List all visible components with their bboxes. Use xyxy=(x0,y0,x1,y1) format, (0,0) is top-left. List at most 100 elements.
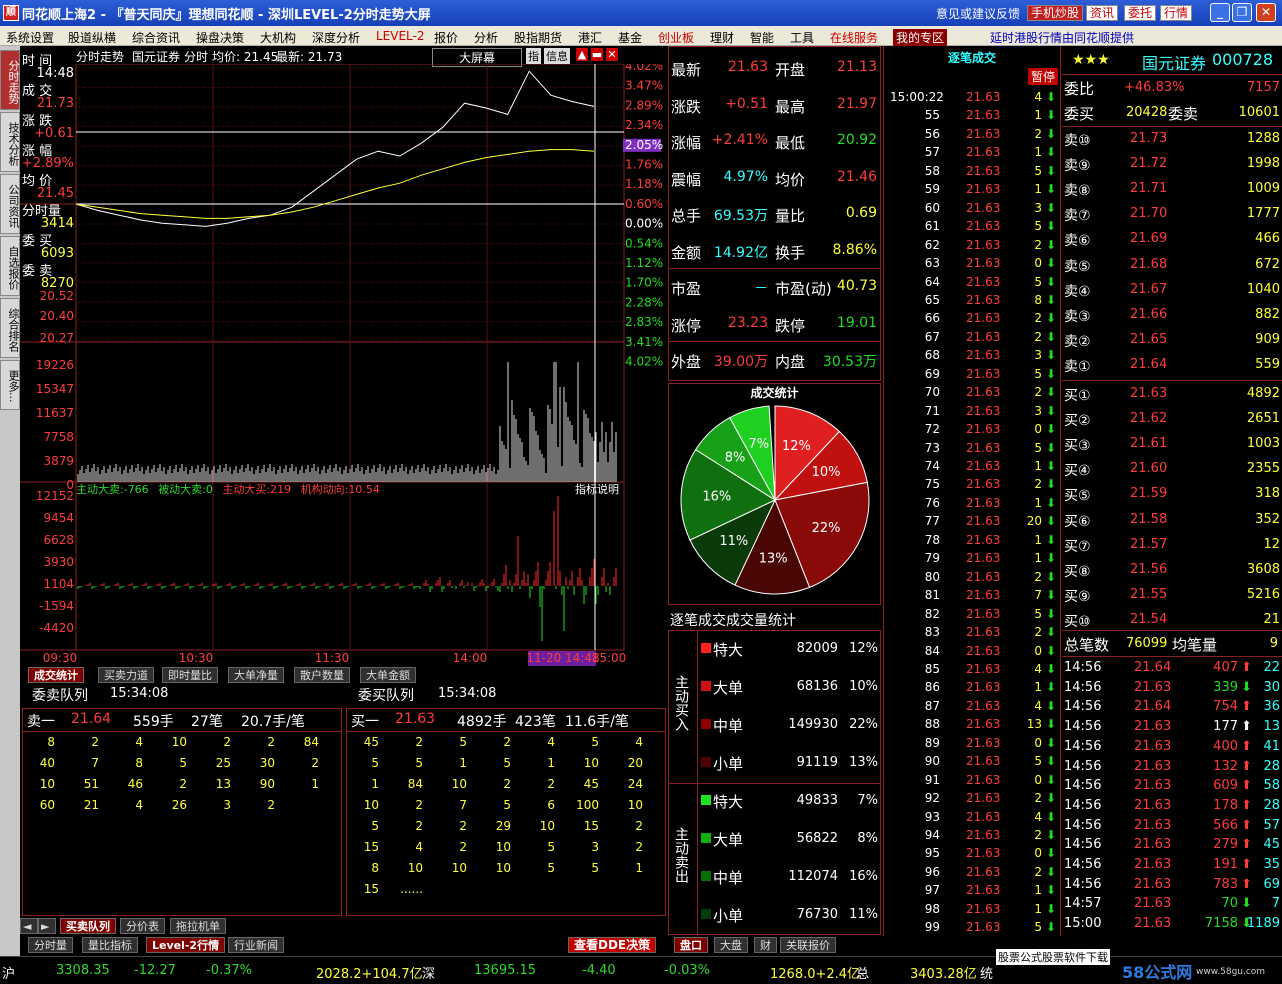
tab-related-quotes[interactable]: 关联报价 xyxy=(780,937,836,953)
menu-fund[interactable]: 基金 xyxy=(618,29,642,46)
sidebar-tab-company[interactable]: 公司资讯 xyxy=(0,174,20,234)
sidebar-tab-technical[interactable]: 技术分析 xyxy=(0,112,20,172)
close-icon[interactable]: ✕ xyxy=(1256,3,1276,22)
pie-slice-label: 7% xyxy=(748,437,769,452)
quote-value: 69.53万 xyxy=(713,208,768,224)
menu-gem[interactable]: 创业板 xyxy=(658,29,694,46)
sidebar-tab-ranking[interactable]: 综合排名 xyxy=(0,298,20,358)
menu-system[interactable]: 系统设置 xyxy=(6,29,54,46)
tick-price: 21.63 xyxy=(966,182,1001,197)
ob-level-label: 买⑩ xyxy=(1064,613,1091,630)
fit-button[interactable]: 指 xyxy=(526,48,541,64)
tick-volume: 3 xyxy=(1034,200,1042,215)
tick-price: 21.63 xyxy=(966,422,1001,437)
tab-level2-quote[interactable]: Level-2行情 xyxy=(146,937,226,953)
tick-row: 72 21.63 0 ⬇ xyxy=(884,422,1060,440)
tab-retail-count[interactable]: 散户数量 xyxy=(294,667,350,683)
scroll-left-icon[interactable]: ◄ xyxy=(20,918,38,934)
tick-row: 99 21.63 5 ⬇ xyxy=(884,920,1060,938)
menu-finance[interactable]: 理财 xyxy=(710,29,734,46)
buy-queue-head-divider xyxy=(347,731,665,732)
quote-panel: 最新 21.63 开盘 21.13 涨跌 +0.51 最高 21.97 涨幅 +2.41% 最低 20… xyxy=(668,46,881,381)
down-arrow-icon: ⬇ xyxy=(1045,403,1056,418)
sidebar-tab-more[interactable]: 更多... xyxy=(0,360,20,410)
menu-institution[interactable]: 大机构 xyxy=(260,29,296,46)
tab-volume-ratio-indicator[interactable]: 量比指标 xyxy=(82,937,138,953)
info-button[interactable]: 资讯 xyxy=(1086,5,1119,21)
commission-button[interactable]: 委托 xyxy=(1124,5,1157,21)
maximize-icon[interactable]: ❐ xyxy=(1232,3,1252,22)
tab-order-book[interactable]: 盘口 xyxy=(674,937,708,953)
menu-quote[interactable]: 报价 xyxy=(434,29,458,46)
tab-deal-stats[interactable]: 成交统计 xyxy=(28,667,84,683)
up-arrow-icon: ⬆ xyxy=(1241,699,1252,715)
tick-volume: 1 xyxy=(1034,532,1042,547)
ob-level-label: 买⑧ xyxy=(1064,563,1091,580)
tab-price-table[interactable]: 分价表 xyxy=(120,918,165,934)
down-arrow-icon: ⬇ xyxy=(1045,625,1056,640)
buy-queue-cell: 2 xyxy=(415,798,423,812)
close-chart-icon[interactable]: ✕ xyxy=(606,48,618,61)
info-toggle-button[interactable]: 信息 xyxy=(544,48,570,64)
buy-queue-cell: 10 xyxy=(495,861,511,875)
menu-hk[interactable]: 港汇 xyxy=(578,29,602,46)
mobile-trade-button[interactable]: 手机炒股 xyxy=(1027,5,1084,21)
menu-online[interactable]: 在线服务 xyxy=(830,29,878,46)
shrink-chart-icon[interactable]: ▬ xyxy=(591,48,603,61)
sidebar-tab-watchlist[interactable]: 自选报价 xyxy=(0,236,20,296)
ob-level-volume: 909 xyxy=(1255,331,1280,347)
menu-gudao[interactable]: 股道纵横 xyxy=(68,29,116,46)
ad-banner[interactable]: 股票公式股票软件下载 xyxy=(996,949,1110,965)
menu-analysis[interactable]: 分析 xyxy=(474,29,498,46)
dde-decision-button[interactable]: 查看DDE决策 xyxy=(568,937,657,953)
tab-minute-volume[interactable]: 分时量 xyxy=(28,937,73,953)
tick-price: 21.63 xyxy=(966,311,1001,326)
tab-buy-sell-power[interactable]: 买卖力道 xyxy=(98,667,154,683)
indicator-explain-link[interactable]: 指标说明 xyxy=(575,481,619,497)
menu-tools[interactable]: 工具 xyxy=(790,29,814,46)
price-line xyxy=(75,70,595,227)
tab-order-queue[interactable]: 买卖队列 xyxy=(60,918,116,934)
tab-market[interactable]: 大盘 xyxy=(714,937,748,953)
sz-pct: -0.03% xyxy=(664,963,710,978)
sell-queue-cell: 90 xyxy=(259,777,275,791)
menu-futures[interactable]: 股指期货 xyxy=(514,29,562,46)
tick-time-second: 59 xyxy=(924,182,940,197)
menu-myzone[interactable]: 我的专区 xyxy=(893,29,948,46)
menu-level2[interactable]: LEVEL-2 xyxy=(376,29,425,43)
tick-volume: 2 xyxy=(1034,329,1042,344)
vol-stats-swatch xyxy=(701,643,711,653)
vol-stats-vdivider xyxy=(697,631,698,934)
tick-price: 21.63 xyxy=(966,735,1001,750)
tab-tractor-orders[interactable]: 拖拉机单 xyxy=(170,918,226,934)
menu-smart[interactable]: 智能 xyxy=(750,29,774,46)
flow-legend-institution: 机构动向: xyxy=(300,483,349,496)
tab-big-order-net[interactable]: 大单净量 xyxy=(228,667,284,683)
menu-decision[interactable]: 操盘决策 xyxy=(196,29,244,46)
minimize-icon[interactable]: _ xyxy=(1210,3,1230,22)
down-arrow-icon: ⬇ xyxy=(1045,366,1056,381)
menu-deep[interactable]: 深度分析 xyxy=(312,29,360,46)
tab-big-order-amount[interactable]: 大单金额 xyxy=(360,667,416,683)
buy-queue-cell: 10 xyxy=(363,798,379,812)
tick-time-second: 88 xyxy=(924,717,940,732)
recent-trade-count: 7 xyxy=(1271,896,1280,912)
vol-stats-header: 逐笔成交成交量统计 xyxy=(668,608,881,629)
ob-level-price: 21.71 xyxy=(1130,181,1168,197)
quote-value-2: 20.92 xyxy=(836,132,877,148)
menu-news[interactable]: 综合资讯 xyxy=(132,29,180,46)
feedback-link[interactable]: 意见或建议反馈 xyxy=(936,5,1020,22)
sell-queue-cell: 1 xyxy=(311,777,319,791)
tab-financials[interactable]: 财 xyxy=(754,937,777,953)
tab-industry-news[interactable]: 行业新闻 xyxy=(228,937,284,953)
buy-queue-head-1: 21.63 xyxy=(395,711,436,727)
tab-volume-ratio[interactable]: 即时量比 xyxy=(162,667,218,683)
scroll-right-icon[interactable]: ► xyxy=(38,918,56,934)
vol-stats-value: 76730 xyxy=(796,907,838,922)
pause-button[interactable]: 暂停 xyxy=(1028,68,1059,85)
quote-button[interactable]: 行情 xyxy=(1160,5,1193,21)
quote-value-2: 30.53万 xyxy=(822,354,877,370)
restore-chart-icon[interactable]: ▲ xyxy=(576,48,588,61)
sidebar-tab-timeshare[interactable]: 分时走势 xyxy=(0,50,20,110)
timeshare-chart[interactable]: 20.52 20.40 20.27 19226 15347 11637 7758 3879 0 1… xyxy=(20,64,666,666)
